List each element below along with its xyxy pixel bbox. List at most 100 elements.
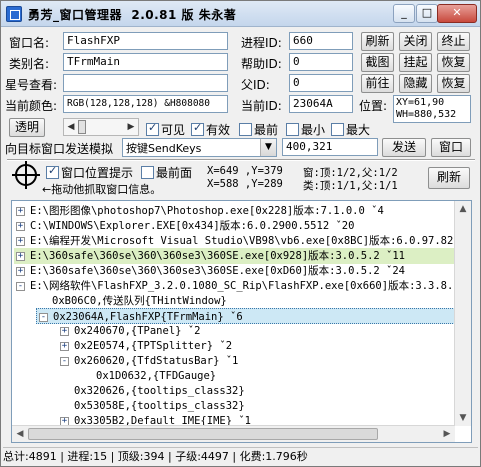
tree-item-label: E:\360safe\360se\360\360se3\360SE.exe[0x… xyxy=(30,265,406,277)
position-wh: WH=880,532 xyxy=(396,109,457,120)
topmost-checkbox[interactable]: 最前 xyxy=(239,121,278,138)
go-front-button[interactable]: 前往 xyxy=(361,74,394,93)
process-id-field[interactable]: 660 xyxy=(289,32,353,50)
suspend-button[interactable]: 挂起 xyxy=(399,53,432,72)
expand-icon[interactable]: + xyxy=(16,207,25,216)
topmost-label: 最前 xyxy=(254,123,279,137)
maximized-checkbox[interactable]: 最大 xyxy=(331,121,370,138)
refresh-tree-button[interactable]: 刷新 xyxy=(428,167,470,189)
send-button[interactable]: 发送 xyxy=(382,138,426,157)
send-mode-select[interactable]: 按键SendKeys ▼ xyxy=(122,138,277,157)
window-button[interactable]: 窗口 xyxy=(431,138,471,157)
title-bar[interactable]: 勇芳_窗口管理器 2.0.81 版 朱永著 _ □ ✕ xyxy=(1,1,480,27)
tree-item-label: E:\图形图像\photoshop7\Photoshop.exe[0x228]版… xyxy=(30,205,384,217)
send-value-field[interactable]: 400,321 xyxy=(282,138,378,156)
tree-item[interactable]: + C:\WINDOWS\Explorer.EXE[0x434]版本:6.0.29… xyxy=(14,218,455,234)
tree-item[interactable]: 0x1D0632,{TFDGauge} xyxy=(80,368,455,384)
chevron-down-icon[interactable]: ▼ xyxy=(260,139,276,156)
parent-id-label: 父ID: xyxy=(241,78,270,92)
enabled-label: 有效 xyxy=(206,123,231,137)
position-field[interactable]: XY=61,90 WH=880,532 xyxy=(393,95,471,123)
collapse-icon[interactable]: - xyxy=(60,357,69,366)
tree-item-label: 0x1D0632,{TFDGauge} xyxy=(96,370,217,382)
current-id-label: 当前ID: xyxy=(241,99,282,113)
checkbox-box xyxy=(331,123,344,136)
transparent-button[interactable]: 透明 xyxy=(9,118,45,137)
expand-icon[interactable]: + xyxy=(60,342,69,351)
tree-item[interactable]: +0x2E0574,{TPTSplitter} ˇ2 xyxy=(58,338,455,354)
close-window-button[interactable]: ✕ xyxy=(437,4,477,23)
send-mode-value: 按键SendKeys xyxy=(126,142,202,155)
scroll-down-icon[interactable]: ▼ xyxy=(457,411,469,425)
expand-icon[interactable]: + xyxy=(16,237,25,246)
checkbox-box xyxy=(286,123,299,136)
collapse-icon[interactable]: - xyxy=(16,282,25,291)
collapse-icon[interactable]: - xyxy=(39,313,48,322)
tree-item[interactable]: 0x320626,{tooltips_class32} xyxy=(58,383,455,399)
position-hint-checkbox[interactable]: 窗口位置提示 xyxy=(46,164,133,181)
position-xy: XY=61,90 xyxy=(396,97,445,108)
tree-item[interactable]: + E:\图形图像\photoshop7\Photoshop.exe[0x228]… xyxy=(14,203,455,219)
tree-item[interactable]: -0x260620,{TfdStatusBar} ˇ1 xyxy=(58,353,455,369)
slider-left-icon[interactable]: ◀ xyxy=(65,120,77,134)
tree-item[interactable]: -0x23064A,FlashFXP{TFrmMain} ˇ6 xyxy=(36,308,455,324)
visible-label: 可见 xyxy=(161,123,186,137)
restore-button[interactable]: 恢复 xyxy=(437,53,470,72)
maximize-button[interactable]: □ xyxy=(416,4,438,23)
hide-button[interactable]: 隐藏 xyxy=(399,74,432,93)
help-id-field[interactable]: 0 xyxy=(289,53,353,71)
current-id-field[interactable]: 23064A xyxy=(289,95,353,113)
tree-item-label: 0x260620,{TfdStatusBar} ˇ1 xyxy=(74,355,239,367)
horizontal-scroll-thumb[interactable] xyxy=(28,428,378,440)
front-most-label: 最前面 xyxy=(156,166,193,180)
minimize-button[interactable]: _ xyxy=(393,4,415,23)
minimized-checkbox[interactable]: 最小 xyxy=(286,121,325,138)
visible-checkbox[interactable]: 可见 xyxy=(146,121,185,138)
checkbox-box xyxy=(239,123,252,136)
crosshair-drag-icon[interactable] xyxy=(12,161,40,189)
tree-item[interactable]: +0x240670,{TPanel} ˇ2 xyxy=(58,323,455,339)
transparency-slider[interactable]: ◀ ▶ xyxy=(63,118,139,136)
scroll-up-icon[interactable]: ▲ xyxy=(457,202,469,216)
tree-item[interactable]: 0x53058E,{tooltips_class32} xyxy=(58,398,455,414)
expand-icon[interactable]: + xyxy=(16,252,25,261)
scroll-right-icon[interactable]: ▶ xyxy=(440,427,454,441)
tree-item[interactable]: + E:\360safe\360se\360\360se3\360SE.exe[0… xyxy=(14,248,455,264)
help-id-label: 帮助ID: xyxy=(241,57,282,71)
window-tree[interactable]: + E:\图形图像\photoshop7\Photoshop.exe[0x228]… xyxy=(11,200,472,443)
minimized-label: 最小 xyxy=(301,123,326,137)
star-view-field[interactable] xyxy=(63,74,228,92)
horizontal-scrollbar[interactable]: ◀ ▶ xyxy=(12,425,455,442)
class-name-field[interactable]: TFrmMain xyxy=(63,53,228,71)
checkbox-box xyxy=(141,166,154,179)
check-icon xyxy=(46,164,59,179)
front-most-checkbox[interactable]: 最前面 xyxy=(141,164,192,181)
terminate-button[interactable]: 终止 xyxy=(437,32,470,51)
expand-icon[interactable]: + xyxy=(60,327,69,336)
tree-item-label: 0x53058E,{tooltips_class32} xyxy=(74,400,245,412)
tree-item[interactable]: 0xB06C0,传送队列{THintWindow} xyxy=(36,293,455,309)
cursor-xy-1: X=649 ,Y=379 xyxy=(207,165,283,177)
status-bar: 总计:4891 | 进程:15 | 顶级:394 | 子级:4497 | 化费:… xyxy=(3,447,478,465)
star-view-label: 星号查看: xyxy=(5,78,58,92)
main-window: 勇芳_窗口管理器 2.0.81 版 朱永著 _ □ ✕ 窗口名: FlashFX… xyxy=(0,0,481,467)
check-icon xyxy=(146,121,159,136)
window-name-field[interactable]: FlashFXP xyxy=(63,32,228,50)
current-color-field[interactable]: RGB(128,128,128) &H808080 xyxy=(63,95,228,113)
close-button[interactable]: 关闭 xyxy=(399,32,432,51)
scroll-left-icon[interactable]: ◀ xyxy=(13,427,27,441)
screenshot-button[interactable]: 截图 xyxy=(361,53,394,72)
enabled-checkbox[interactable]: 有效 xyxy=(191,121,230,138)
tree-item[interactable]: + E:\编程开发\Microsoft Visual Studio\VB98\vb… xyxy=(14,233,455,249)
vertical-scrollbar[interactable]: ▲ ▼ xyxy=(454,201,471,426)
tree-item[interactable]: - E:\网络软件\FlashFXP_3.2.0.1080_SC_Rip\Flas… xyxy=(14,278,466,294)
parent-id-field[interactable]: 0 xyxy=(289,74,353,92)
slider-thumb[interactable] xyxy=(78,120,86,134)
expand-icon[interactable]: + xyxy=(16,267,25,276)
class-name-label: 类别名: xyxy=(9,57,50,71)
expand-icon[interactable]: + xyxy=(16,222,25,231)
refresh-button[interactable]: 刷新 xyxy=(361,32,394,51)
slider-right-icon[interactable]: ▶ xyxy=(125,120,137,134)
tree-item[interactable]: + E:\360safe\360se\360\360se3\360SE.exe[0… xyxy=(14,263,455,279)
restore-hide-button[interactable]: 恢复 xyxy=(437,74,470,93)
